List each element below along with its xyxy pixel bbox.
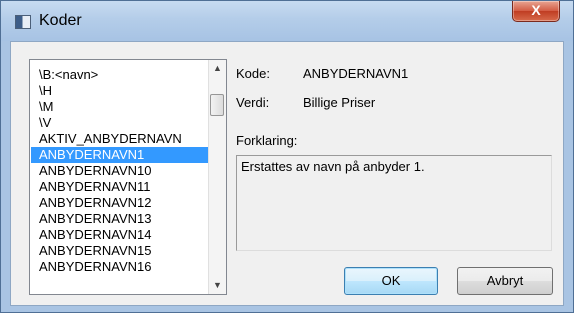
list-item[interactable]: AKTIV_ANBYDERNAVN (31, 131, 209, 147)
title-bar[interactable]: Koder X (1, 1, 573, 41)
list-item[interactable]: \B:<navn> (31, 67, 209, 83)
close-icon: X (531, 2, 541, 18)
forklaring-text: Erstattes av navn på anbyder 1. (241, 159, 425, 174)
forklaring-textbox: Erstattes av navn på anbyder 1. (236, 155, 552, 251)
kode-label: Kode: (236, 66, 270, 81)
list-scrollbar[interactable]: ▲ ▼ (208, 60, 226, 294)
dialog-content: \B:<navn> \H \M \V AKTIV_ANBYDERNAVN ANBYDERN… (10, 41, 564, 306)
cancel-button[interactable]: Avbryt (457, 267, 553, 295)
list-item[interactable]: \V (31, 115, 209, 131)
close-button[interactable]: X (512, 1, 560, 22)
list-item[interactable]: ANBYDERNAVN12 (31, 195, 209, 211)
list-item[interactable]: ANBYDERNAVN15 (31, 243, 209, 259)
forklaring-label: Forklaring: (236, 133, 298, 148)
verdi-value: Billige Priser (303, 95, 376, 110)
code-list: \B:<navn> \H \M \V AKTIV_ANBYDERNAVN ANBYDERN… (31, 67, 209, 275)
list-item[interactable]: ANBYDERNAVN16 (31, 259, 209, 275)
scrollbar-thumb[interactable] (210, 94, 224, 116)
chevron-up-icon[interactable]: ▲ (209, 60, 226, 77)
list-item[interactable]: ANBYDERNAVN14 (31, 227, 209, 243)
window-title: Koder (39, 12, 82, 29)
verdi-label: Verdi: (236, 95, 270, 110)
koder-dialog: Koder X \B:<navn> \H \M \V AKTIV_ANBYDERNAVN… (0, 0, 574, 313)
chevron-down-icon[interactable]: ▼ (209, 277, 226, 294)
kode-value: ANBYDERNAVN1 (303, 66, 409, 81)
code-listbox[interactable]: \B:<navn> \H \M \V AKTIV_ANBYDERNAVN ANBYDERN… (29, 59, 227, 295)
list-item[interactable]: ANBYDERNAVN13 (31, 211, 209, 227)
window-app-icon (15, 15, 31, 29)
ok-button[interactable]: OK (344, 267, 438, 295)
list-item[interactable]: \H (31, 83, 209, 99)
list-item[interactable]: ANBYDERNAVN1 (31, 147, 209, 163)
list-item[interactable]: ANBYDERNAVN11 (31, 179, 209, 195)
list-item[interactable]: \M (31, 99, 209, 115)
list-item[interactable]: ANBYDERNAVN10 (31, 163, 209, 179)
